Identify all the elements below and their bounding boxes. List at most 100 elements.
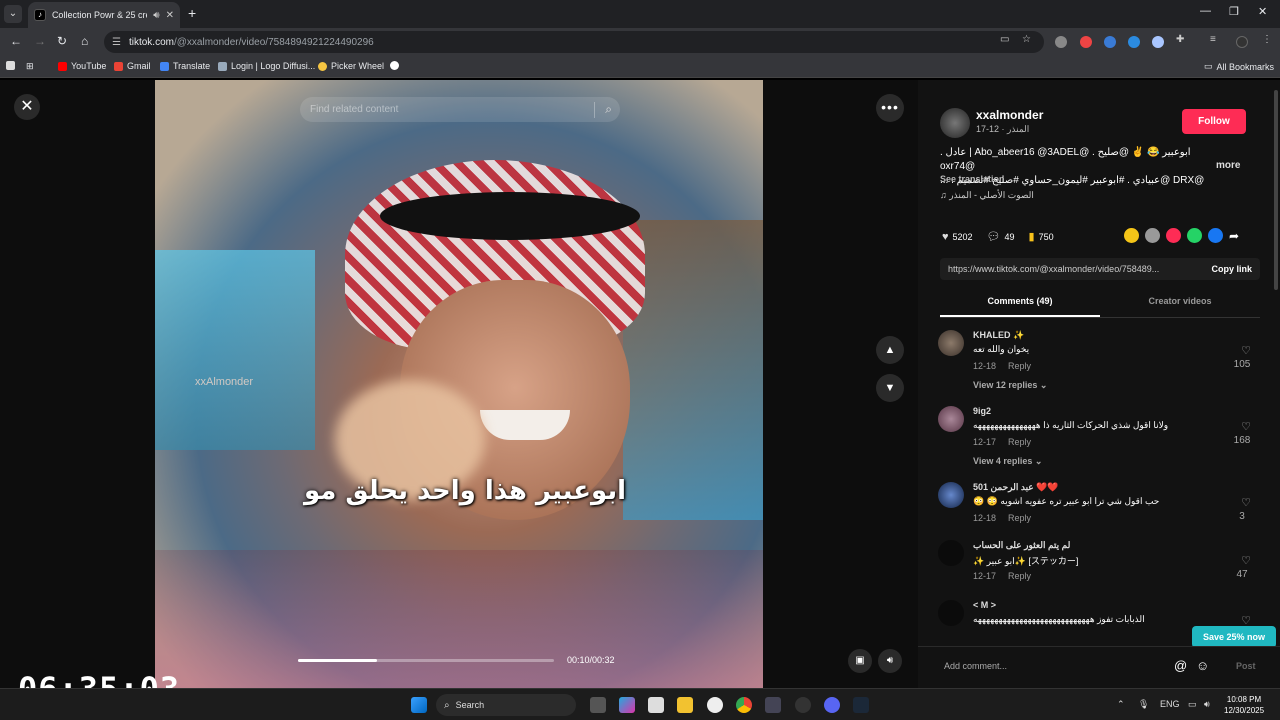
extension-icon[interactable] [1055,36,1067,48]
extension-icon[interactable] [1080,36,1092,48]
save-stat[interactable]: ▮ 750 [1029,230,1054,243]
taskbar-search[interactable]: ⌕ Search [436,694,576,716]
profile-avatar[interactable] [1236,36,1248,48]
copy-link-button[interactable]: Copy link [1211,264,1252,274]
caption-more-link[interactable]: more [1216,160,1240,171]
share-emoji-icon[interactable] [1124,228,1139,243]
app-icon[interactable] [765,697,781,713]
commenter-avatar[interactable] [938,540,964,566]
speaker-icon[interactable]: 🔊︎ [1204,699,1210,710]
reading-list-icon[interactable]: ≡ [1210,34,1216,45]
network-icon[interactable]: ▭ [1188,699,1197,710]
window-close-icon[interactable]: ✕ [1258,5,1267,18]
site-info-icon[interactable]: ☰ [112,37,121,48]
tab-creator-videos[interactable]: Creator videos [1100,290,1260,317]
emoji-icon[interactable]: ☺ [1196,658,1209,673]
reply-button[interactable]: Reply [1008,361,1031,371]
install-app-icon[interactable]: ▭ [1000,34,1009,45]
tab-audio-icon[interactable]: 🔊︎ [153,10,159,21]
app-icon[interactable] [795,697,811,713]
creator-username[interactable]: xxalmonder [976,108,1043,122]
address-bar[interactable]: ☰ tiktok.com/@xxalmonder/video/758489492… [104,31,1044,53]
language-indicator[interactable]: ENG [1160,699,1180,709]
all-bookmarks[interactable]: ▭ All Bookmarks [1204,61,1274,72]
reply-button[interactable]: Reply [1008,437,1031,447]
reload-icon[interactable]: ↻ [57,34,67,48]
bookmark-youtube[interactable]: YouTube [58,61,106,71]
chrome-icon[interactable] [736,697,752,713]
new-tab-button[interactable]: + [188,5,196,21]
task-view-icon[interactable] [590,697,606,713]
previous-video-button[interactable]: ▲ [876,336,904,364]
search-icon[interactable]: ⌕ [605,102,612,117]
tray-chevron-icon[interactable]: ⌃ [1117,699,1125,710]
view-replies-link[interactable]: View 12 replies ⌄ [973,380,1047,391]
facebook-icon[interactable] [1208,228,1223,243]
mention-icon[interactable]: @ [1174,658,1187,673]
comment-like-icon[interactable]: ♡ [1241,496,1251,509]
steam-icon[interactable] [853,697,869,713]
minimize-icon[interactable]: — [1200,5,1211,17]
commenter-name[interactable]: لم يتم العثور على الحساب [973,540,1070,551]
more-options-button[interactable]: ••• [876,94,904,122]
taskbar-clock[interactable]: 10:08 PM 12/30/2025 [1224,694,1264,716]
see-translation-link[interactable]: See translation [940,174,1005,184]
next-video-button[interactable]: ▼ [876,374,904,402]
bookmark-gmail[interactable]: Gmail [114,61,151,71]
extension-icon[interactable] [1152,36,1164,48]
commenter-name[interactable]: < M > [973,600,996,610]
picture-in-picture-icon[interactable]: ▣ [848,649,872,673]
apps-grid-icon[interactable]: ⊞ [26,61,34,72]
bookmark-picker-wheel[interactable]: Picker Wheel [318,61,384,71]
bookmark-star-icon[interactable]: ☆ [1022,34,1031,45]
share-forward-icon[interactable]: ➦ [1229,229,1239,243]
extension-icon[interactable] [1104,36,1116,48]
follow-button[interactable]: Follow [1182,109,1246,134]
extension-icon[interactable] [1128,36,1140,48]
commenter-name[interactable]: 9ig2 [973,406,991,416]
discord-icon[interactable] [824,697,840,713]
commenter-name[interactable]: KHALED ✨ [973,330,1024,341]
post-button[interactable]: Post [1236,661,1256,671]
tab-close-icon[interactable]: ✕ [166,10,174,21]
copilot-icon[interactable] [619,697,635,713]
file-explorer-icon[interactable] [677,697,693,713]
add-comment-input[interactable]: Add comment... [944,661,1007,671]
sound-link[interactable]: ♫ الصوت الأصلي - المنذر [940,190,1034,201]
store-icon[interactable] [648,697,664,713]
commenter-avatar[interactable] [938,600,964,626]
comment-like-icon[interactable]: ♡ [1241,420,1251,433]
commenter-name[interactable]: عبد الرحمن 501 ❤️❤️ [973,482,1059,493]
share-send-icon[interactable] [1166,228,1181,243]
bookmark-login[interactable]: Login | Logo Diffusi... [218,61,315,71]
share-embed-icon[interactable] [1145,228,1160,243]
volume-icon[interactable]: 🔊︎ [878,649,902,673]
forward-icon[interactable]: → [34,34,46,48]
microphone-icon[interactable]: 🎙︎ [1138,699,1149,710]
windows-start-icon[interactable] [411,697,427,713]
back-icon[interactable]: ← [10,34,22,48]
commenter-avatar[interactable] [938,482,964,508]
like-stat[interactable]: ♥ 5202 [942,231,973,243]
settings-gear-icon[interactable] [707,697,723,713]
bookmark-globe[interactable] [390,61,399,70]
commenter-avatar[interactable] [938,406,964,432]
tab-search-icon[interactable]: ⌄ [4,5,22,23]
bookmark-page-icon[interactable] [6,61,15,70]
extensions-puzzle-icon[interactable]: ✚ [1176,34,1184,45]
home-icon[interactable]: ⌂ [81,34,88,48]
comment-stat[interactable]: 💬︎ 49 [987,230,1015,243]
restore-icon[interactable]: ❐ [1229,5,1239,18]
video-frame[interactable]: xxAlmonder ابوعبير هذا واحد يحلق مو Find… [155,80,763,688]
tab-comments[interactable]: Comments (49) [940,290,1100,317]
reply-button[interactable]: Reply [1008,513,1031,523]
panel-scrollbar[interactable] [1274,90,1278,290]
commenter-avatar[interactable] [938,330,964,356]
comment-like-icon[interactable]: ♡ [1241,344,1251,357]
creator-avatar[interactable] [940,108,970,138]
whatsapp-icon[interactable] [1187,228,1202,243]
view-replies-link[interactable]: View 4 replies ⌄ [973,456,1042,467]
save-promo-button[interactable]: Save 25% now [1192,626,1276,648]
reply-button[interactable]: Reply [1008,571,1031,581]
bookmark-translate[interactable]: Translate [160,61,210,71]
